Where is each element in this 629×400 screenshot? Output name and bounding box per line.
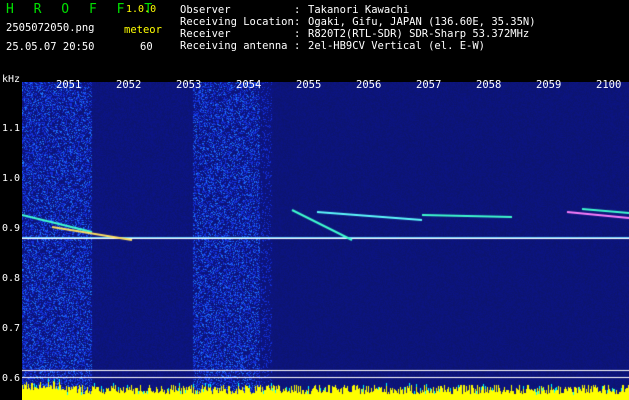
info-key: Receiver (180, 28, 231, 40)
info-location: Receiving Location: Ogaki, Gifu, JAPAN (1… (180, 17, 536, 28)
y-tick-label: 1.1 (2, 123, 21, 134)
x-tick-label: 2057 (416, 79, 442, 91)
y-tick-label: 1.0 (2, 173, 21, 184)
meteor-count: 60 (140, 41, 153, 53)
y-axis-unit: kHz (2, 74, 21, 85)
info-value: R820T2(RTL-SDR) SDR-Sharp 53.372MHz (308, 28, 530, 40)
x-tick-label: 2053 (176, 79, 202, 91)
info-value: 2el-HB9CV Vertical (el. E-W) (308, 40, 486, 52)
y-tick-label: 0.8 (2, 273, 21, 284)
meteor-label: meteor (124, 24, 162, 36)
info-value: Ogaki, Gifu, JAPAN (136.60E, 35.35N) (308, 16, 536, 28)
x-tick-label: 2059 (536, 79, 562, 91)
y-tick-label: 0.7 (2, 323, 21, 334)
capture-datetime: 25.05.07 20:50 (6, 41, 95, 53)
x-tick-label: 2055 (296, 79, 322, 91)
info-colon: : (294, 40, 301, 52)
info-receiver: Receiver: R820T2(RTL-SDR) SDR-Sharp 53.37… (180, 29, 529, 40)
info-key: Receiving Location (180, 16, 294, 28)
spectrogram-canvas (22, 82, 629, 400)
info-colon: : (294, 28, 301, 40)
x-tick-label: 2051 (56, 79, 82, 91)
y-tick-label: 0.9 (2, 223, 21, 234)
info-observer: Observer: Takanori Kawachi (180, 5, 409, 16)
x-tick-label: 2052 (116, 79, 142, 91)
info-key: Observer (180, 4, 231, 16)
info-key: Receiving antenna (180, 40, 288, 52)
x-tick-label: 2100 (596, 79, 622, 91)
info-value: Takanori Kawachi (308, 4, 410, 16)
info-antenna: Receiving antenna:2el-HB9CV Vertical (el… (180, 41, 485, 52)
x-tick-label: 2058 (476, 79, 502, 91)
info-colon: : (294, 16, 301, 28)
y-tick-label: 0.6 (2, 373, 21, 384)
file-name: 2505072050.png (6, 22, 95, 34)
x-tick-label: 2054 (236, 79, 262, 91)
app-version: 1.0.0 (126, 4, 157, 15)
x-tick-label: 2056 (356, 79, 382, 91)
info-colon: : (294, 4, 301, 16)
hrofft-window: H R O F F T 1.0.0 2505072050.png 25.05.0… (0, 0, 629, 400)
